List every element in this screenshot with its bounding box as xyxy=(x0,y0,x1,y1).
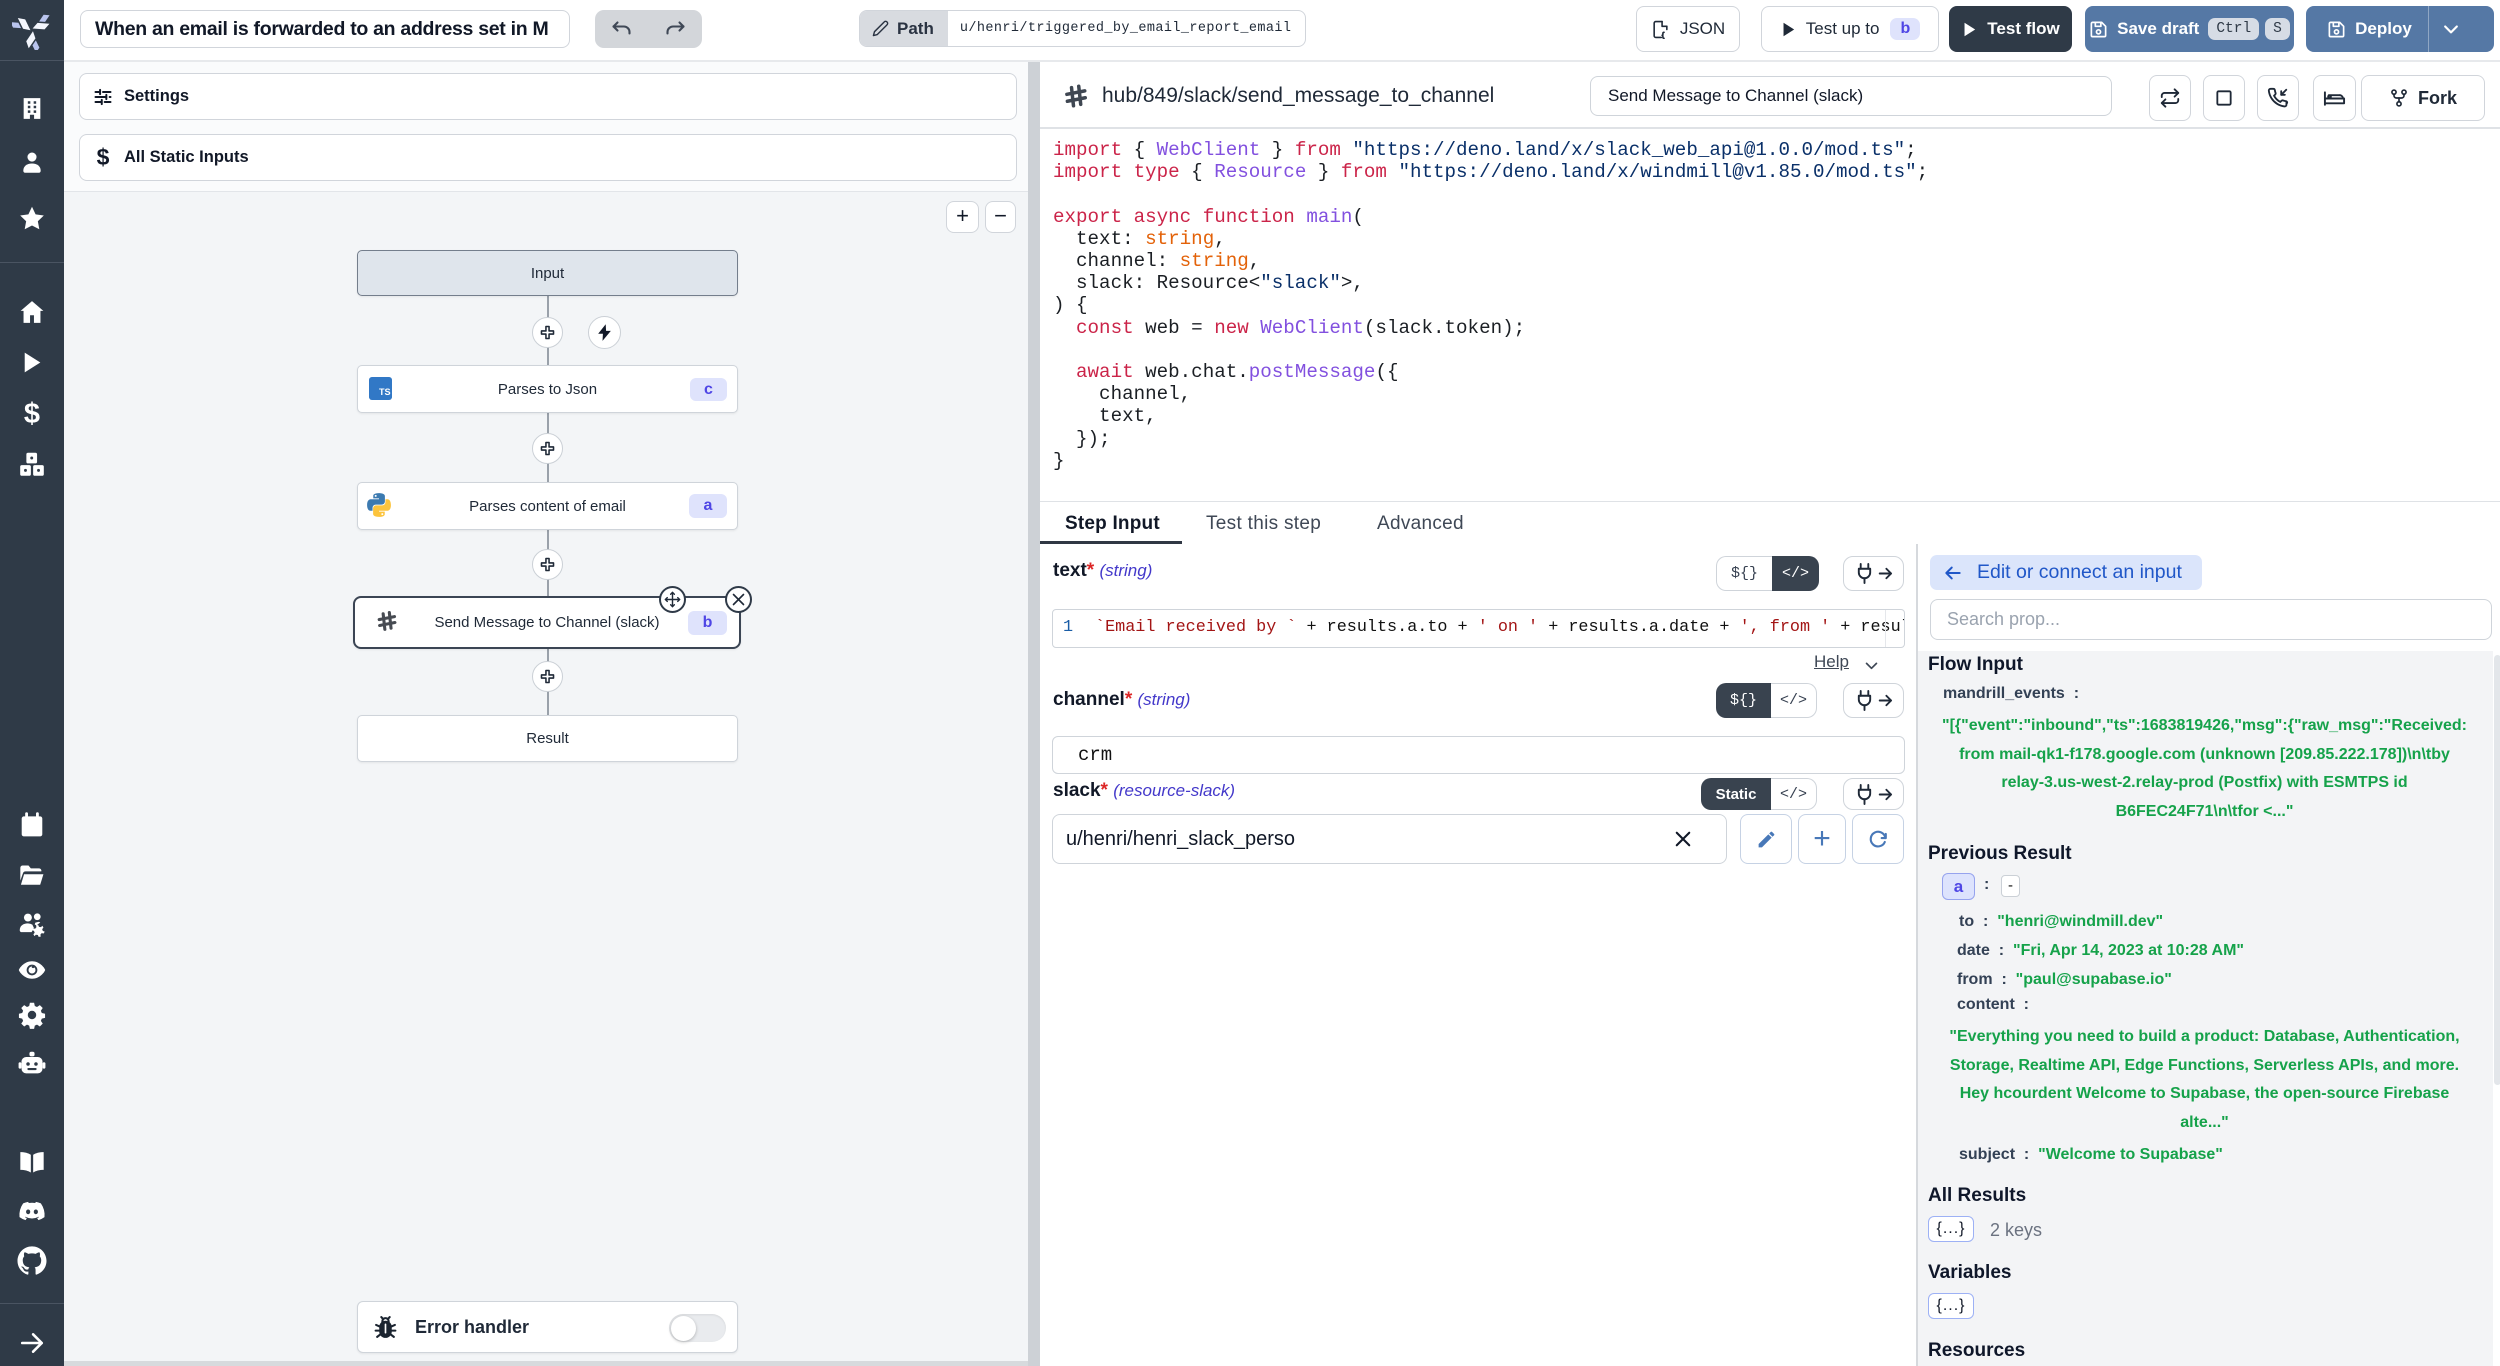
svg-text:TS: TS xyxy=(379,387,391,397)
